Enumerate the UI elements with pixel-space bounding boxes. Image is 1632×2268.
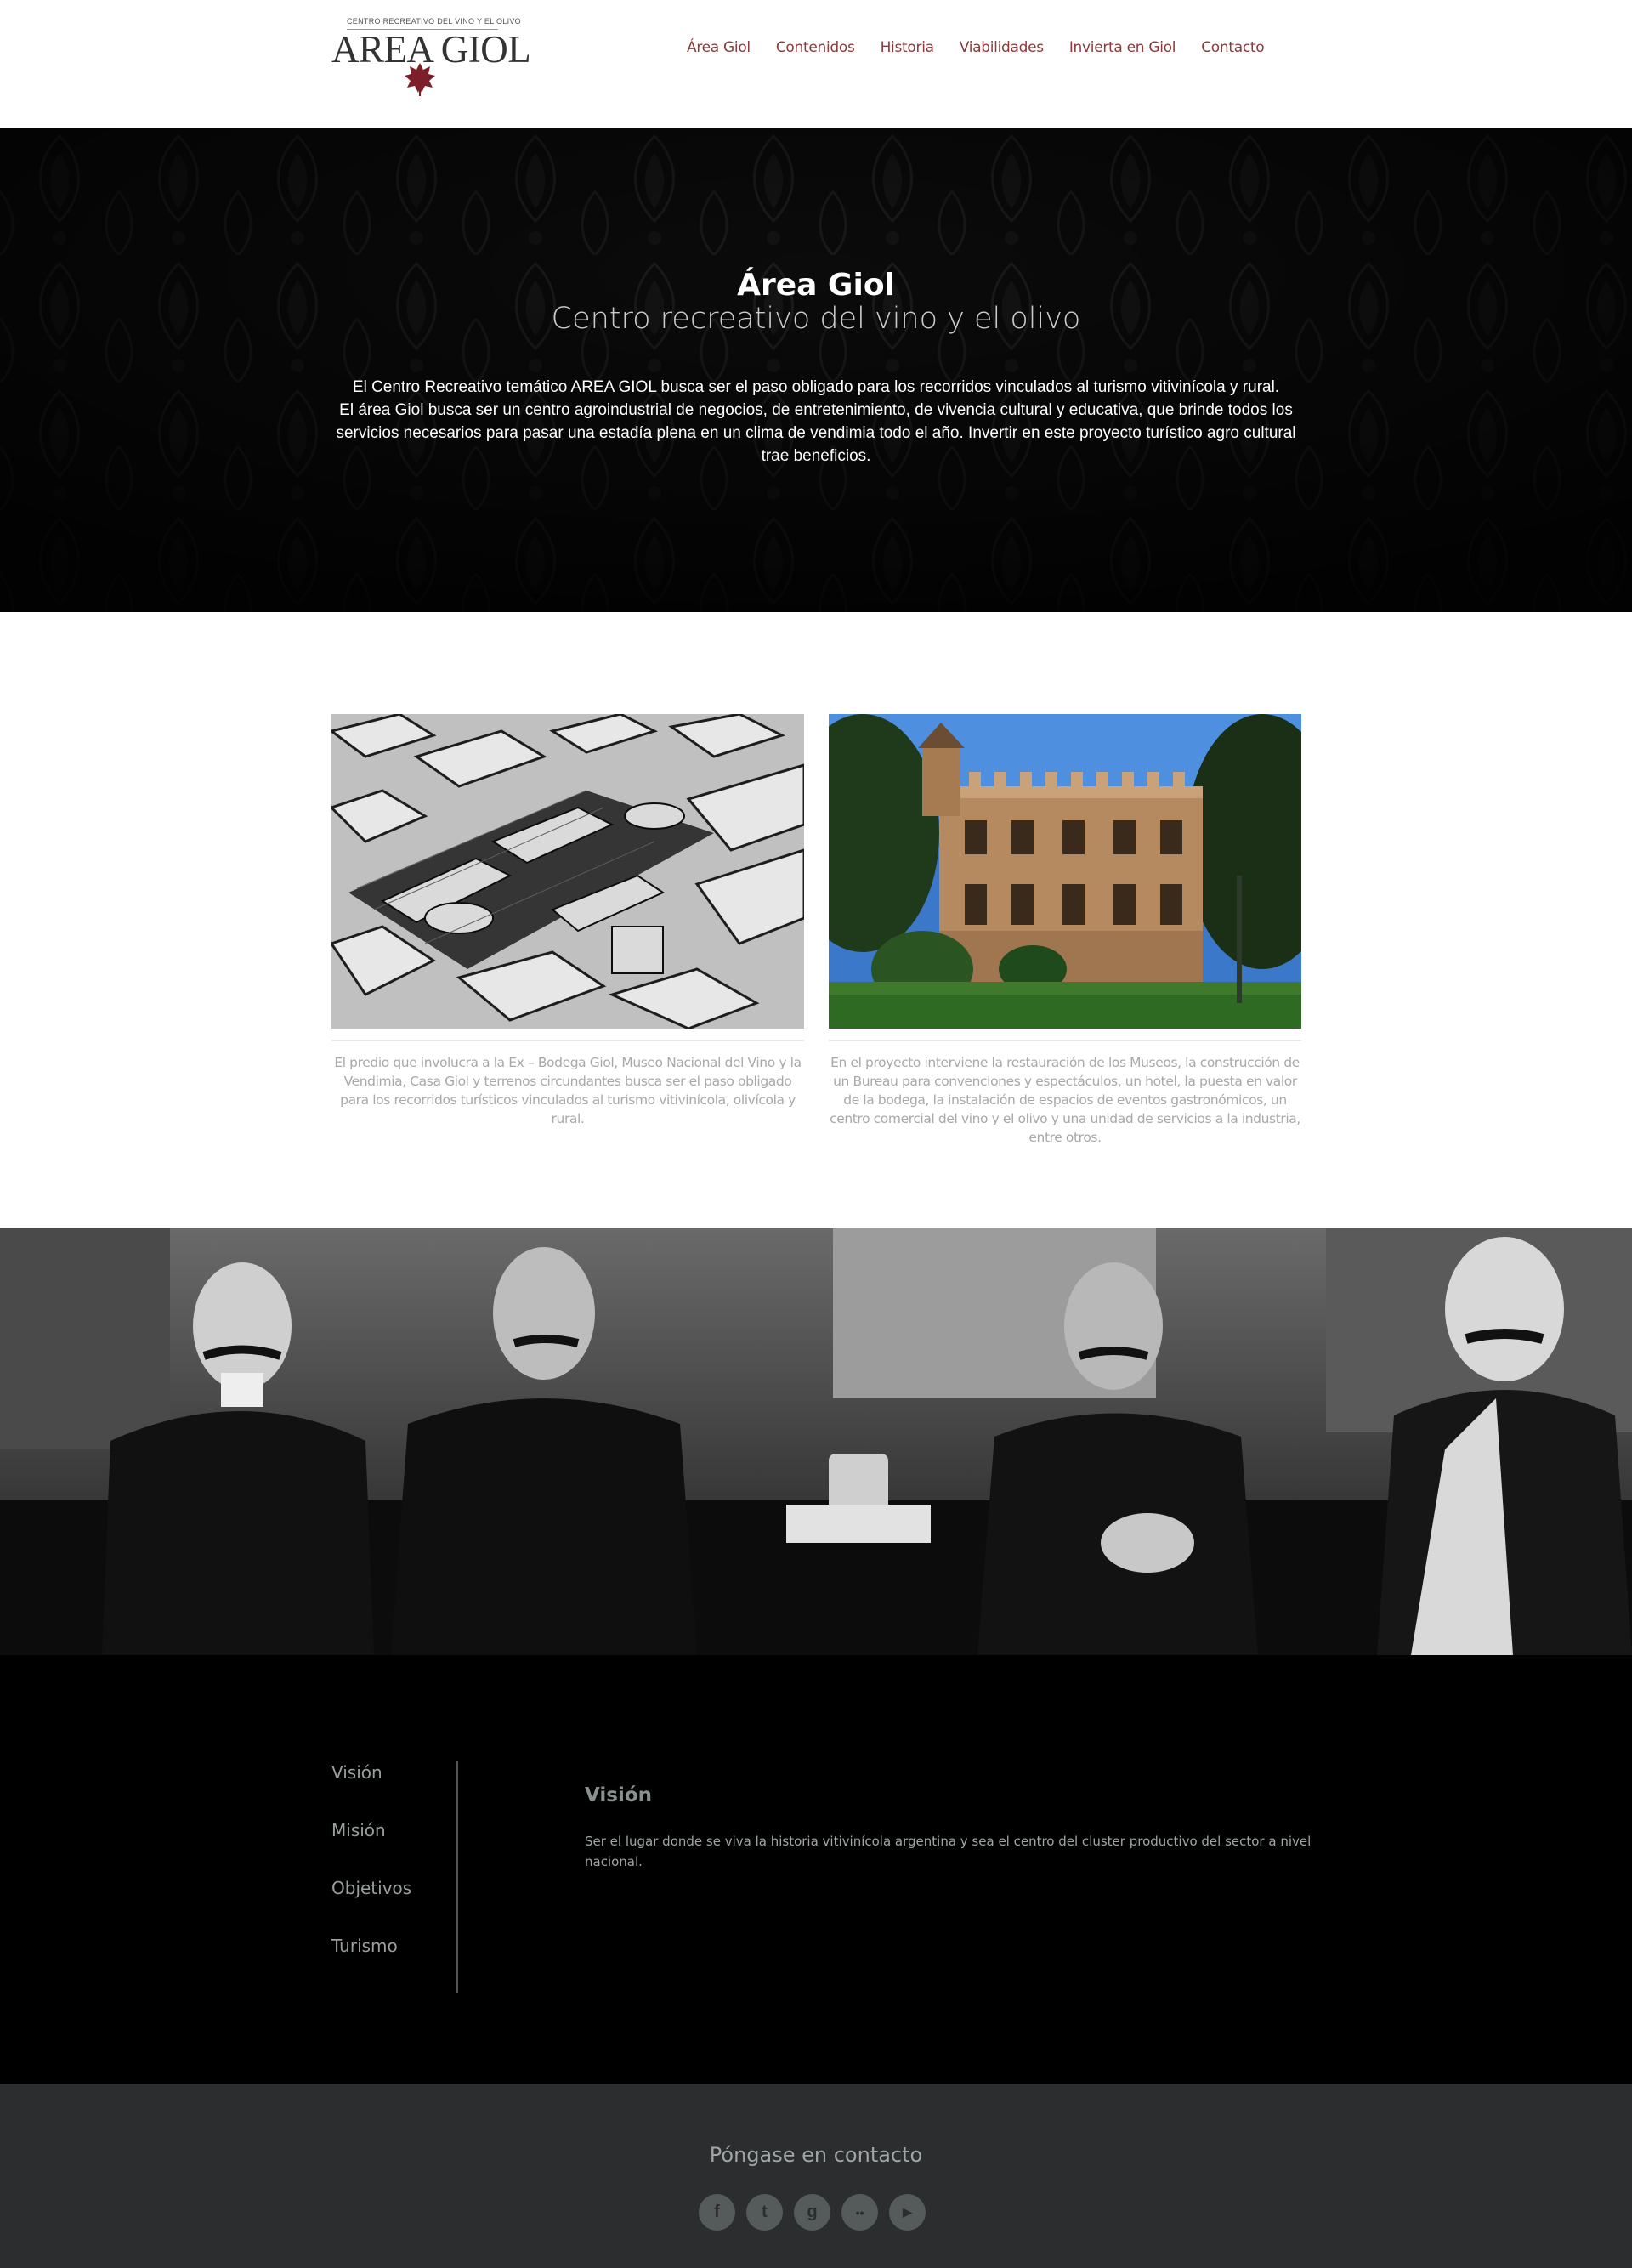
tumblr-icon[interactable]: t bbox=[746, 2194, 783, 2231]
historic-founders-photo bbox=[0, 1228, 1632, 1655]
card-1-text: El predio que involucra a la Ex – Bodega… bbox=[334, 1055, 802, 1126]
main-nav: Área Giol Contenidos Historia Viabilidad… bbox=[687, 39, 1289, 56]
project-card-casa-giol: En el proyecto interviene la restauració… bbox=[829, 714, 1301, 1147]
hero-title: Área Giol bbox=[737, 268, 895, 303]
card-divider bbox=[829, 1040, 1301, 1041]
casa-giol-photo bbox=[829, 714, 1301, 1029]
site-footer: Póngase en contacto f t g •• ▶ bbox=[0, 2084, 1632, 2268]
hero-description: El Centro Recreativo temático AREA GIOL … bbox=[332, 376, 1300, 468]
tab-panel-body: Ser el lugar donde se viva la historia v… bbox=[585, 1834, 1312, 1869]
flickr-icon[interactable]: •• bbox=[842, 2194, 878, 2231]
card-divider bbox=[332, 1040, 804, 1041]
nav-historia[interactable]: Historia bbox=[881, 39, 934, 56]
nav-viabilidades[interactable]: Viabilidades bbox=[960, 39, 1044, 56]
nav-contenidos[interactable]: Contenidos bbox=[776, 39, 855, 56]
social-links: f t g •• ▶ bbox=[699, 2194, 937, 2231]
hero-section: Área Giol Centro recreativo del vino y e… bbox=[0, 128, 1632, 612]
grape-leaf-icon bbox=[405, 63, 435, 96]
vision-tabs: Visión Misión Objetivos Turismo bbox=[332, 1762, 411, 1993]
tab-turismo[interactable]: Turismo bbox=[332, 1936, 411, 1993]
master-plan-render-image bbox=[332, 714, 804, 1029]
vision-section: Visión Misión Objetivos Turismo Visión S… bbox=[0, 1655, 1632, 2084]
mansion-illustration bbox=[829, 714, 1301, 1029]
nav-invierta[interactable]: Invierta en Giol bbox=[1069, 39, 1176, 56]
tab-divider bbox=[456, 1761, 458, 1993]
hero-paragraph-2: El área Giol busca ser un centro agroind… bbox=[336, 401, 1296, 465]
tab-vision[interactable]: Visión bbox=[332, 1762, 411, 1820]
facebook-icon[interactable]: f bbox=[699, 2194, 735, 2231]
hero-paragraph-1: El Centro Recreativo temático AREA GIOL … bbox=[352, 378, 1280, 396]
tab-objetivos[interactable]: Objetivos bbox=[332, 1878, 411, 1936]
nav-contacto[interactable]: Contacto bbox=[1201, 39, 1264, 56]
card-2-text: En el proyecto interviene la restauració… bbox=[830, 1055, 1300, 1145]
site-header: CENTRO RECREATIVO DEL VINO Y EL OLIVO AR… bbox=[0, 0, 1632, 128]
youtube-icon[interactable]: ▶ bbox=[889, 2194, 926, 2231]
logo-tagline: CENTRO RECREATIVO DEL VINO Y EL OLIVO bbox=[347, 17, 521, 26]
project-card-master-plan: El predio que involucra a la Ex – Bodega… bbox=[332, 714, 804, 1128]
tab-mision[interactable]: Misión bbox=[332, 1820, 411, 1878]
contact-heading: Póngase en contacto bbox=[709, 2143, 923, 2167]
aerial-render-illustration bbox=[332, 714, 804, 1029]
nav-area-giol[interactable]: Área Giol bbox=[687, 39, 751, 56]
historic-photo-banner bbox=[0, 1228, 1632, 1655]
google-plus-icon[interactable]: g bbox=[794, 2194, 830, 2231]
site-logo[interactable]: CENTRO RECREATIVO DEL VINO Y EL OLIVO AR… bbox=[332, 12, 531, 97]
hero-damask-background bbox=[0, 128, 1632, 612]
hero-subtitle: Centro recreativo del vino y el olivo bbox=[551, 302, 1081, 336]
tab-panel-title: Visión bbox=[585, 1784, 653, 1806]
